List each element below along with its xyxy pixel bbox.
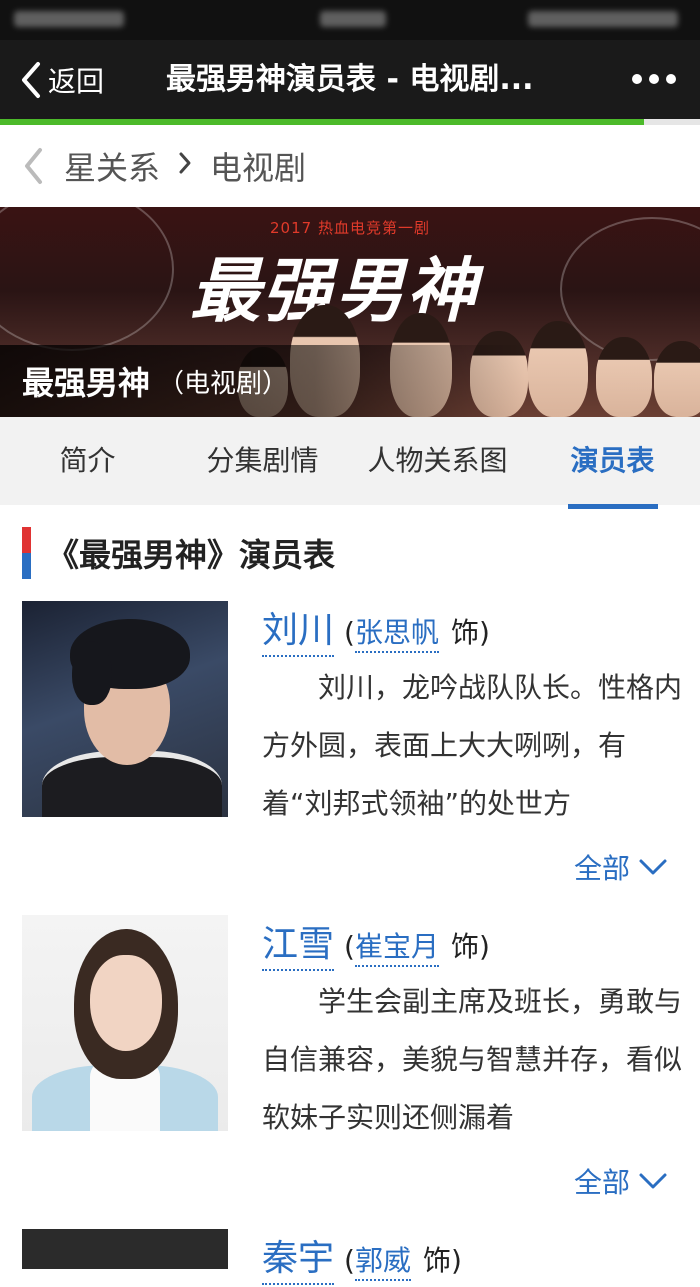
status-battery-blur: [528, 11, 678, 27]
nav-bar: 返回 最强男神演员表 - 电视剧...: [0, 40, 700, 119]
banner-caption-title: 最强男神: [22, 364, 151, 402]
character-description: 刘川，龙吟战队队长。性格内方外圆，表面上大大咧咧，有着“刘邦式领袖”的处世方: [262, 671, 682, 820]
status-bar: [0, 0, 700, 40]
role-suffix: 饰): [422, 1244, 462, 1277]
breadcrumb: 星关系 电视剧: [0, 125, 700, 207]
progress-fill: [0, 119, 644, 125]
breadcrumb-back-button[interactable]: [4, 125, 64, 207]
page-load-progress: [0, 119, 700, 125]
cast-name-line: 刘川 ( 张思帆 饰): [262, 601, 682, 659]
breadcrumb-item-xingguanxi[interactable]: 星关系: [64, 143, 160, 189]
section-tabs: 简介 分集剧情 人物关系图 演员表: [0, 417, 700, 505]
cast-card: 秦宇 ( 郭威 饰): [0, 1229, 700, 1285]
paren-open: (: [344, 1244, 355, 1277]
more-dot-icon: [649, 74, 659, 84]
actor-name-link[interactable]: 崔宝月: [354, 925, 439, 967]
actor-name-link[interactable]: 张思帆: [354, 611, 439, 653]
banner-decoration: [0, 207, 174, 351]
character-name-link[interactable]: 刘川: [262, 601, 335, 657]
more-dot-icon: [632, 74, 642, 84]
role-suffix: 饰): [450, 616, 490, 649]
more-options-button[interactable]: [632, 74, 676, 84]
chevron-down-icon: [639, 859, 667, 875]
tab-cast[interactable]: 演员表: [525, 417, 700, 505]
character-description: 学生会副主席及班长，勇敢与自信兼容，美貌与智慧并存，看似软妹子实则还侧漏着: [262, 985, 682, 1134]
chevron-left-icon: [25, 148, 42, 184]
expand-description-button[interactable]: 全部: [574, 847, 668, 887]
cast-info: 江雪 ( 崔宝月 饰) 学生会副主席及班长，勇敢与自信兼容，美貌与智慧并存，看似…: [262, 915, 682, 1147]
cast-name-line: 秦宇 ( 郭威 饰): [262, 1229, 682, 1287]
cast-info: 刘川 ( 张思帆 饰) 刘川，龙吟战队队长。性格内方外圆，表面上大大咧咧，有着“…: [262, 601, 682, 833]
cast-info: 秦宇 ( 郭威 饰): [262, 1229, 682, 1287]
role-suffix: 饰): [450, 930, 490, 963]
expand-label: 全部: [573, 1166, 630, 1199]
cast-card: 江雪 ( 崔宝月 饰) 学生会副主席及班长，勇敢与自信兼容，美貌与智慧并存，看似…: [0, 915, 700, 1229]
chevron-right-icon: [178, 151, 192, 182]
tab-relationship-map[interactable]: 人物关系图: [350, 417, 525, 505]
back-button[interactable]: 返回: [18, 40, 104, 119]
character-name-link[interactable]: 秦宇: [262, 1229, 335, 1285]
expand-description-button[interactable]: 全部: [574, 1161, 668, 1201]
expand-label: 全部: [573, 852, 630, 885]
chevron-down-icon: [639, 1173, 667, 1189]
section-marker: [22, 527, 31, 579]
cast-section-title: 《最强男神》演员表: [47, 536, 336, 574]
banner-caption-subtitle: （电视剧）: [158, 368, 289, 399]
cast-section-heading: 《最强男神》演员表: [22, 527, 700, 579]
status-carrier-blur: [14, 11, 124, 27]
more-dot-icon: [666, 74, 676, 84]
actor-photo[interactable]: [22, 1229, 228, 1269]
character-name-link[interactable]: 江雪: [262, 915, 335, 971]
tab-episodes[interactable]: 分集剧情: [175, 417, 350, 505]
actor-photo[interactable]: [22, 601, 228, 817]
cast-name-line: 江雪 ( 崔宝月 饰): [262, 915, 682, 973]
tab-intro[interactable]: 简介: [0, 417, 175, 505]
paren-open: (: [344, 930, 355, 963]
back-label: 返回: [48, 64, 105, 98]
chevron-left-icon: [22, 61, 40, 98]
status-time-blur: [320, 11, 386, 27]
actor-name-link[interactable]: 郭威: [354, 1239, 411, 1281]
show-banner[interactable]: 2017 热血电竞第一剧 最强男神 最强男神 （电视剧）: [0, 207, 700, 417]
banner-caption: 最强男神 （电视剧）: [0, 345, 700, 417]
paren-open: (: [344, 616, 355, 649]
cast-card: 刘川 ( 张思帆 饰) 刘川，龙吟战队队长。性格内方外圆，表面上大大咧咧，有着“…: [0, 601, 700, 915]
page-title: 最强男神演员表 - 电视剧...: [166, 62, 534, 97]
breadcrumb-item-tv-drama[interactable]: 电视剧: [210, 143, 306, 189]
actor-photo[interactable]: [22, 915, 228, 1131]
